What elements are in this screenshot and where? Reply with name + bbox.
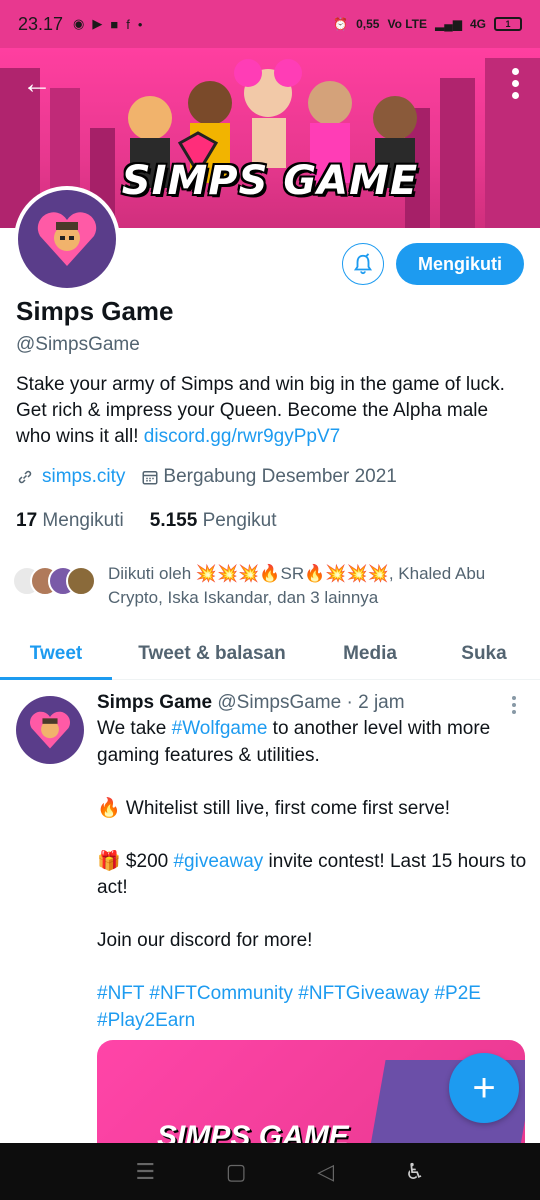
profile-name: Simps Game [16, 296, 174, 326]
status-bar: 23.17 ◉ ▶ ■ f • ⏰ 0,55 Vo LTE ▂▄▆ 4G 1 [0, 0, 540, 48]
volte-label: Vo LTE [387, 17, 428, 31]
signal-icon: ▂▄▆ [435, 17, 462, 31]
tweet-avatar[interactable] [16, 696, 84, 764]
tweet-hashtags[interactable]: #NFT #NFTCommunity #NFTGiveaway #P2E #Pl… [97, 981, 527, 1034]
tweet-author-handle: @SimpsGame [217, 692, 342, 713]
calendar-icon [142, 471, 158, 485]
battery-icon: 1 [494, 17, 522, 31]
dot-icon: • [137, 16, 143, 32]
heart-avatar-icon [37, 212, 97, 266]
tweet-more-icon[interactable] [512, 696, 516, 714]
bell-icon [353, 253, 373, 275]
following-count-link[interactable]: 17 Mengikuti [16, 510, 124, 532]
alarm-icon: ⏰ [333, 17, 349, 31]
signal-4g: 4G [469, 17, 486, 31]
tab-media[interactable]: Media [312, 628, 428, 679]
profile-bio: Stake your army of Simps and win big in … [16, 374, 505, 447]
compose-tweet-button[interactable]: + [449, 1053, 519, 1123]
tweet-header: Simps Game @SimpsGame · 2 jam [97, 692, 405, 714]
tweet-text: We take #Wolfgame to another level with … [97, 716, 527, 1061]
status-time: 23.17 [18, 13, 64, 34]
profile-handle: @SimpsGame [16, 334, 140, 355]
android-nav-bar: ☰ ▢ ◁ ♿ [0, 1143, 540, 1200]
website-link[interactable]: simps.city [42, 466, 125, 488]
followed-by-section[interactable]: Diikuti oleh 💥💥💥🔥SR🔥💥💥💥, Khaled Abu Cryp… [12, 562, 528, 610]
tweet-line: 🎁 $200 #giveaway invite contest! Last 15… [97, 850, 527, 899]
whatsapp-icon: ◉ [73, 16, 85, 31]
follow-counts: 17 Mengikuti 5.155 Pengikut [16, 510, 277, 532]
tab-likes[interactable]: Suka [428, 628, 540, 679]
heart-avatar-icon [29, 711, 71, 749]
accessibility-icon[interactable]: ♿ [405, 1159, 425, 1185]
facebook-icon: f [126, 16, 130, 32]
messenger-icon: ■ [110, 16, 119, 32]
net-speed: 0,55 [356, 17, 380, 31]
follower-avatar [66, 566, 96, 596]
tab-tweet-replies[interactable]: Tweet & balasan [112, 628, 312, 679]
tab-tweet[interactable]: Tweet [0, 628, 112, 680]
follower-avatars [12, 566, 96, 610]
more-options-icon[interactable] [512, 68, 520, 99]
tweet-line: 🔥 Whitelist still live, first come first… [97, 797, 451, 819]
recent-apps-icon[interactable]: ☰ [135, 1159, 155, 1185]
link-icon [18, 470, 32, 484]
hashtag-link[interactable]: #giveaway [173, 851, 263, 872]
followed-by-text: Diikuti oleh 💥💥💥🔥SR🔥💥💥💥, Khaled Abu Cryp… [108, 564, 486, 607]
system-icons: ⏰ 0,55 Vo LTE ▂▄▆ 4G 1 [333, 17, 522, 31]
media-icon: ▶ [92, 16, 103, 31]
profile-meta: simps.city Bergabung Desember 2021 [16, 466, 397, 488]
hashtag-link[interactable]: #Wolfgame [172, 718, 268, 739]
tweet-line: Join our discord for more! [97, 930, 313, 951]
notification-bell-button[interactable] [342, 243, 384, 285]
tweet-line: We take #Wolfgame to another level with … [97, 718, 491, 766]
joined-date: Bergabung Desember 2021 [163, 466, 397, 487]
following-button[interactable]: Mengikuti [396, 243, 524, 285]
back-arrow-icon[interactable]: ← [18, 66, 56, 104]
followers-count-link[interactable]: 5.155 Pengikut [150, 510, 277, 532]
tweet-author-name[interactable]: Simps Game [97, 692, 212, 713]
notification-icons: ◉ ▶ ■ f • [73, 16, 142, 32]
profile-avatar[interactable] [14, 186, 120, 292]
tweet-time: · 2 jam [346, 692, 405, 713]
bio-link[interactable]: discord.gg/rwr9gyPpV7 [144, 426, 340, 447]
back-icon[interactable]: ◁ [317, 1159, 334, 1185]
home-icon[interactable]: ▢ [226, 1159, 247, 1185]
profile-tabs: Tweet Tweet & balasan Media Suka [0, 628, 540, 680]
